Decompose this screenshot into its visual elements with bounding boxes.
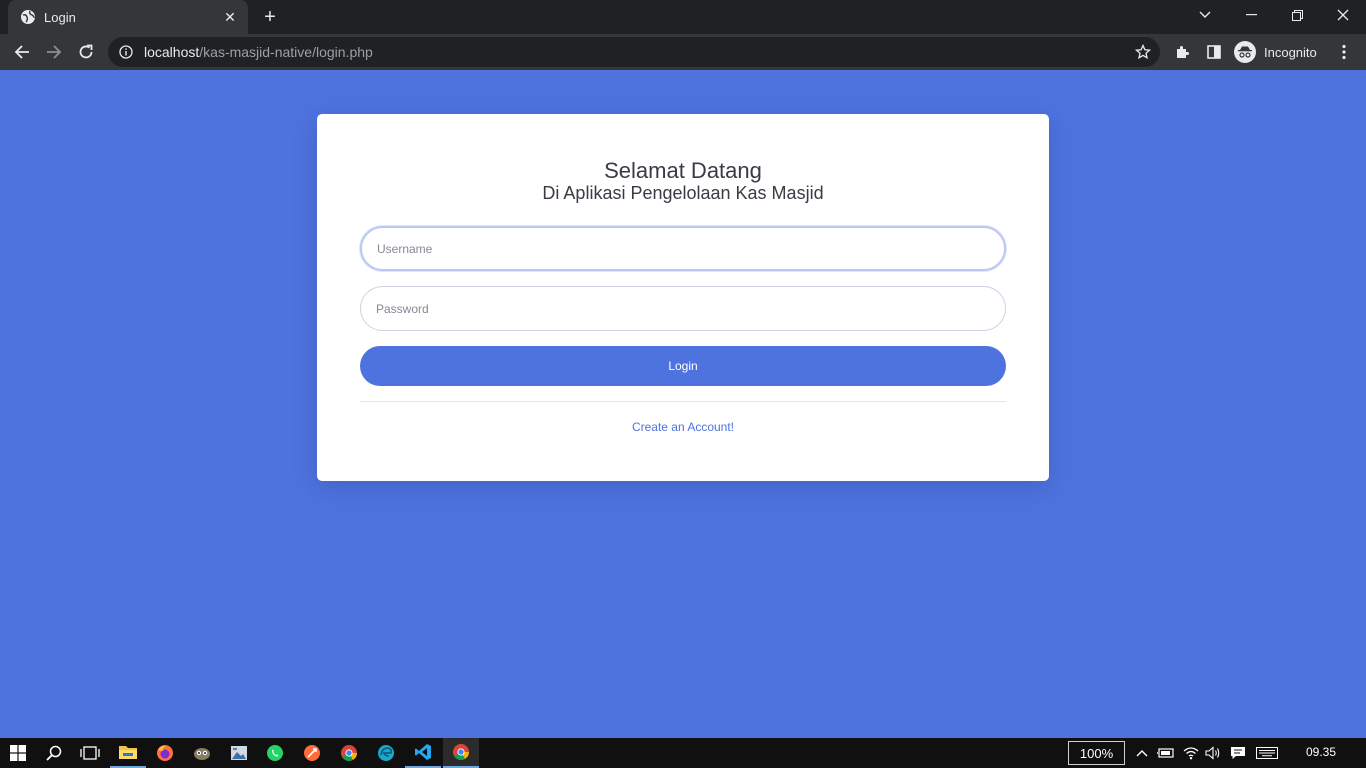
arrow-right-icon[interactable] — [40, 38, 68, 66]
browser-tabbar: Login ✕ + — [0, 0, 1366, 34]
star-icon[interactable] — [1134, 43, 1152, 61]
tab-search-icon[interactable] — [1182, 0, 1228, 30]
incognito-icon — [1234, 41, 1256, 63]
keyboard-icon[interactable] — [1256, 744, 1278, 762]
login-card: Selamat Datang Di Aplikasi Pengelolaan K… — [317, 114, 1049, 481]
close-tab-icon[interactable]: ✕ — [222, 9, 238, 26]
postman-icon[interactable] — [294, 738, 330, 768]
gimp-icon[interactable] — [184, 738, 220, 768]
username-input[interactable] — [360, 226, 1006, 271]
wifi-icon[interactable] — [1182, 744, 1200, 762]
close-window-icon[interactable] — [1320, 0, 1366, 30]
volume-icon[interactable] — [1204, 744, 1222, 762]
kebab-menu-icon[interactable] — [1330, 38, 1358, 66]
battery-icon[interactable] — [1157, 744, 1175, 762]
search-icon[interactable] — [36, 738, 72, 768]
address-bar[interactable]: localhost/kas-masjid-native/login.php — [108, 37, 1160, 67]
url-text: localhost/kas-masjid-native/login.php — [144, 44, 373, 60]
notification-icon[interactable] — [1229, 744, 1247, 762]
file-explorer-icon[interactable] — [110, 738, 146, 768]
create-account-link[interactable]: Create an Account! — [317, 420, 1049, 434]
system-clock[interactable]: 09.35 — [1296, 745, 1346, 759]
info-icon[interactable] — [118, 44, 134, 60]
chevron-up-icon[interactable] — [1133, 744, 1151, 762]
profile-label: Incognito — [1264, 44, 1317, 60]
password-input[interactable] — [360, 286, 1006, 331]
puzzle-icon[interactable] — [1168, 38, 1196, 66]
zoom-indicator[interactable]: 100% — [1068, 741, 1125, 765]
welcome-subtitle: Di Aplikasi Pengelolaan Kas Masjid — [542, 183, 824, 203]
url-path: /kas-masjid-native/login.php — [199, 44, 373, 60]
welcome-title: Selamat Datang — [604, 158, 762, 183]
chrome-incognito-taskbar-icon[interactable] — [443, 738, 479, 768]
arrow-left-icon[interactable] — [8, 38, 36, 66]
divider — [360, 401, 1006, 402]
vscode-icon[interactable] — [405, 738, 441, 768]
windows-start-icon[interactable] — [0, 738, 36, 768]
globe-icon — [20, 9, 36, 25]
browser-toolbar: localhost/kas-masjid-native/login.php In… — [0, 34, 1366, 70]
chrome-icon[interactable] — [331, 738, 367, 768]
photo-viewer-icon[interactable] — [221, 738, 257, 768]
login-button[interactable]: Login — [360, 346, 1006, 386]
minimize-icon[interactable] — [1228, 0, 1274, 30]
edge-icon[interactable] — [368, 738, 404, 768]
tab-title: Login — [44, 9, 76, 25]
profile-button[interactable]: Incognito — [1234, 38, 1317, 66]
firefox-icon[interactable] — [147, 738, 183, 768]
windows-taskbar: 100% 09.35 — [0, 738, 1366, 768]
side-panel-icon[interactable] — [1200, 38, 1228, 66]
new-tab-button[interactable]: + — [259, 6, 281, 28]
restore-icon[interactable] — [1274, 0, 1320, 30]
browser-tab[interactable]: Login ✕ — [8, 0, 248, 34]
whatsapp-icon[interactable] — [257, 738, 293, 768]
reload-icon[interactable] — [72, 38, 100, 66]
task-view-icon[interactable] — [72, 738, 108, 768]
url-host: localhost — [144, 44, 200, 60]
